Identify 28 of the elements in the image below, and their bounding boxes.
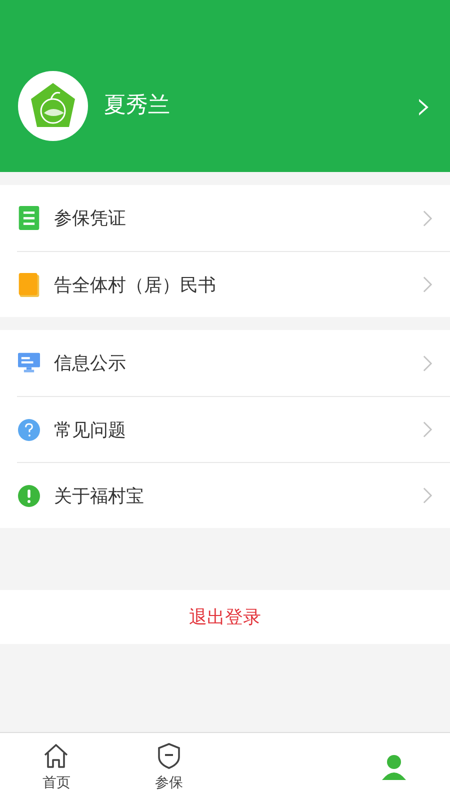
document-icon [18,206,40,230]
chevron-icon [423,421,432,438]
chevron-icon [423,210,432,226]
menu-item[interactable]: 信息公示 [0,330,450,396]
chevron-icon: › [416,71,432,141]
avatar-icon [18,71,88,141]
menu-item[interactable]: 常见问题 [17,396,450,462]
logout-button[interactable]: 退出登录 [0,590,450,644]
menu-item[interactable]: 告全体村（居）民书 [17,251,450,317]
menu-label: 常见问题 [54,418,127,442]
menu-label: 信息公示 [54,352,127,375]
chevron-icon [423,276,432,293]
home-icon [42,742,70,770]
tab[interactable]: 参保 [112,733,225,800]
user-name: 夏秀兰 [104,92,171,120]
chevron-icon [423,487,432,504]
user-icon [380,752,408,780]
menu-item[interactable]: 参保凭证 [0,185,450,251]
alert-icon [18,484,40,508]
chevron-icon [423,354,432,372]
book-icon [18,272,40,296]
menu-label: 参保凭证 [54,207,127,230]
help-icon [18,418,40,442]
tab[interactable]: 首页 [0,733,112,800]
menu-item[interactable]: 关于福村宝 [17,462,450,528]
menu-label: 告全体村（居）民书 [54,274,217,296]
menu-label: 关于福村宝 [54,484,145,508]
monitor-icon [18,351,40,375]
